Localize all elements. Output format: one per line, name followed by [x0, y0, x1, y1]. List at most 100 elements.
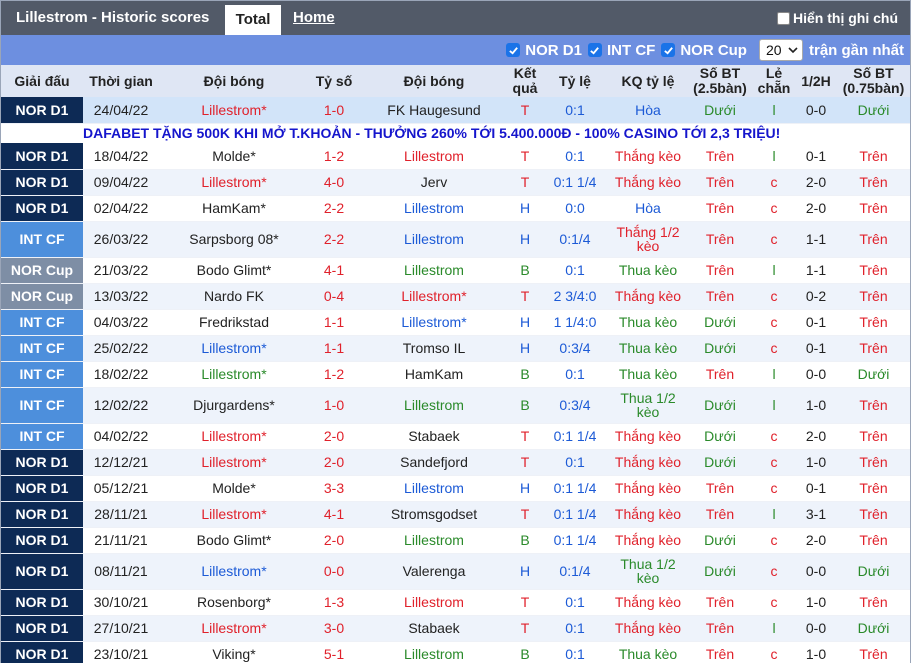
away-team-cell[interactable]: Lillestrom	[359, 475, 509, 502]
league-cell[interactable]: NOR Cup	[1, 257, 83, 284]
away-team-cell[interactable]: Lillestrom	[359, 221, 509, 258]
away-team-cell[interactable]: Valerenga	[359, 553, 509, 590]
away-team-cell[interactable]: Lillestrom*	[359, 283, 509, 310]
home-team-cell[interactable]: Lillestrom*	[159, 449, 309, 476]
score-cell[interactable]: 0-0	[309, 553, 359, 590]
league-cell[interactable]: NOR D1	[1, 449, 83, 476]
away-team-cell[interactable]: Lillestrom	[359, 641, 509, 663]
filter-int-cf[interactable]: INT CF	[587, 42, 655, 59]
away-team-cell[interactable]: Stromsgodset	[359, 501, 509, 528]
score-cell[interactable]: 1-1	[309, 309, 359, 336]
league-cell[interactable]: NOR D1	[1, 615, 83, 642]
league-cell[interactable]: NOR D1	[1, 169, 83, 196]
checkbox-checked-icon[interactable]	[587, 43, 602, 57]
score-cell[interactable]: 1-1	[309, 335, 359, 362]
home-team-cell[interactable]: Bodo Glimt*	[159, 257, 309, 284]
away-team-cell[interactable]: HamKam	[359, 361, 509, 388]
score-cell[interactable]: 3-3	[309, 475, 359, 502]
match-count-select[interactable]: 20	[758, 39, 803, 61]
league-cell[interactable]: INT CF	[1, 335, 83, 362]
league-cell[interactable]: NOR D1	[1, 143, 83, 170]
league-cell[interactable]: NOR D1	[1, 195, 83, 222]
home-team-cell[interactable]: Djurgardens*	[159, 387, 309, 424]
home-team-cell[interactable]: Lillestrom*	[159, 97, 309, 124]
score-cell[interactable]: 4-0	[309, 169, 359, 196]
score-cell[interactable]: 1-0	[309, 97, 359, 124]
league-cell[interactable]: INT CF	[1, 423, 83, 450]
table-row: NOR D1 02/04/22 HamKam* 2-2 Lillestrom H 0:0 Hò…	[1, 195, 910, 222]
home-team-cell[interactable]: Lillestrom*	[159, 553, 309, 590]
home-team-cell[interactable]: Viking*	[159, 641, 309, 663]
away-team-cell[interactable]: Lillestrom	[359, 387, 509, 424]
odd-even-cell: c	[753, 283, 795, 310]
show-notes-label: Hiển thị ghi chú	[793, 10, 898, 26]
score-cell[interactable]: 1-0	[309, 387, 359, 424]
league-cell[interactable]: NOR D1	[1, 475, 83, 502]
show-notes-toggle[interactable]: Hiển thị ghi chú	[777, 1, 898, 35]
score-cell[interactable]: 2-0	[309, 449, 359, 476]
league-cell[interactable]: NOR D1	[1, 527, 83, 554]
home-team-cell[interactable]: Lillestrom*	[159, 335, 309, 362]
away-team-cell[interactable]: Lillestrom	[359, 143, 509, 170]
tab-home[interactable]: Home	[293, 1, 335, 35]
away-team-cell[interactable]: Lillestrom	[359, 195, 509, 222]
league-cell[interactable]: INT CF	[1, 309, 83, 336]
home-team-cell[interactable]: Nardo FK	[159, 283, 309, 310]
home-team-cell[interactable]: Molde*	[159, 143, 309, 170]
away-team-cell[interactable]: Sandefjord	[359, 449, 509, 476]
league-cell[interactable]: NOR D1	[1, 589, 83, 616]
filter-nor-d1[interactable]: NOR D1	[506, 42, 582, 59]
away-team-cell[interactable]: Stabaek	[359, 423, 509, 450]
checkbox-checked-icon[interactable]	[661, 43, 676, 57]
score-cell[interactable]: 3-0	[309, 615, 359, 642]
away-team-cell[interactable]: Jerv	[359, 169, 509, 196]
filter-nor-cup[interactable]: NOR Cup	[661, 42, 747, 59]
home-team-cell[interactable]: Lillestrom*	[159, 423, 309, 450]
table-row: NOR D1 12/12/21 Lillestrom* 2-0 Sandefjord T 0…	[1, 449, 910, 476]
score-cell[interactable]: 4-1	[309, 257, 359, 284]
promo-banner-link[interactable]: DAFABET TẶNG 500K KHI MỞ T.KHOẢN - THƯỞN…	[1, 123, 910, 143]
score-cell[interactable]: 1-2	[309, 143, 359, 170]
score-cell[interactable]: 0-4	[309, 283, 359, 310]
date-cell: 30/10/21	[83, 589, 159, 616]
league-cell[interactable]: NOR Cup	[1, 283, 83, 310]
home-team-cell[interactable]: Molde*	[159, 475, 309, 502]
league-cell[interactable]: INT CF	[1, 387, 83, 424]
league-cell[interactable]: NOR D1	[1, 553, 83, 590]
score-cell[interactable]: 2-2	[309, 221, 359, 258]
away-team-cell[interactable]: Lillestrom	[359, 589, 509, 616]
away-team-cell[interactable]: Stabaek	[359, 615, 509, 642]
checkbox-checked-icon[interactable]	[506, 43, 521, 57]
away-team-cell[interactable]: Lillestrom*	[359, 309, 509, 336]
home-team-cell[interactable]: Sarpsborg 08*	[159, 221, 309, 258]
score-cell[interactable]: 2-0	[309, 423, 359, 450]
score-cell[interactable]: 4-1	[309, 501, 359, 528]
home-team-cell[interactable]: Lillestrom*	[159, 501, 309, 528]
half-time-cell: 0-1	[795, 335, 837, 362]
score-cell[interactable]: 2-2	[309, 195, 359, 222]
league-cell[interactable]: NOR D1	[1, 501, 83, 528]
home-team-cell[interactable]: Rosenborg*	[159, 589, 309, 616]
show-notes-checkbox[interactable]	[777, 11, 790, 25]
away-team-cell[interactable]: Lillestrom	[359, 527, 509, 554]
league-cell[interactable]: INT CF	[1, 361, 83, 388]
home-team-cell[interactable]: Fredrikstad	[159, 309, 309, 336]
away-team-cell[interactable]: Lillestrom	[359, 257, 509, 284]
odds-cell: 0:1	[541, 97, 609, 124]
half-time-cell: 1-1	[795, 257, 837, 284]
league-cell[interactable]: INT CF	[1, 221, 83, 258]
away-team-cell[interactable]: FK Haugesund	[359, 97, 509, 124]
score-cell[interactable]: 2-0	[309, 527, 359, 554]
league-cell[interactable]: NOR D1	[1, 97, 83, 124]
home-team-cell[interactable]: HamKam*	[159, 195, 309, 222]
score-cell[interactable]: 1-3	[309, 589, 359, 616]
score-cell[interactable]: 1-2	[309, 361, 359, 388]
home-team-cell[interactable]: Lillestrom*	[159, 615, 309, 642]
home-team-cell[interactable]: Lillestrom*	[159, 361, 309, 388]
away-team-cell[interactable]: Tromso IL	[359, 335, 509, 362]
league-cell[interactable]: NOR D1	[1, 641, 83, 663]
home-team-cell[interactable]: Lillestrom*	[159, 169, 309, 196]
home-team-cell[interactable]: Bodo Glimt*	[159, 527, 309, 554]
score-cell[interactable]: 5-1	[309, 641, 359, 663]
tab-total[interactable]: Total	[225, 5, 281, 35]
